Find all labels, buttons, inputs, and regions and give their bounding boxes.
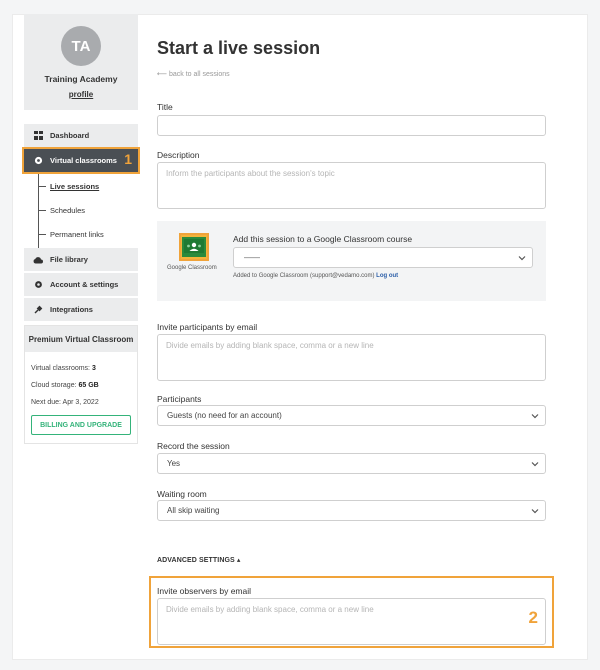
- sidebar: TA Training Academy profile Dashboard Vi…: [22, 14, 140, 444]
- chevron-down-icon: [531, 460, 539, 468]
- title-input[interactable]: [157, 115, 546, 136]
- google-classroom-course-select[interactable]: ——: [233, 247, 533, 268]
- waiting-room-select[interactable]: All skip waiting: [157, 500, 546, 521]
- select-value: ——: [244, 253, 260, 262]
- select-value: Guests (no need for an account): [167, 411, 282, 420]
- org-name: Training Academy: [44, 74, 118, 84]
- page-title: Start a live session: [157, 38, 321, 58]
- subnav-virtual-classrooms: Live sessions Schedules Permanent links: [24, 174, 138, 250]
- participants-label: Participants: [157, 394, 202, 404]
- sidebar-item-label: Account & settings: [50, 280, 119, 289]
- google-classroom-logo: [179, 233, 209, 261]
- gear-icon: [33, 156, 43, 166]
- sidebar-item-file-library[interactable]: File library: [24, 248, 138, 271]
- subnav-item-live-sessions[interactable]: Live sessions: [38, 174, 138, 198]
- back-to-sessions-link[interactable]: ⟵ back to all sessions: [157, 70, 547, 78]
- premium-title: Premium Virtual Classroom: [25, 326, 137, 352]
- sidebar-item-account-settings[interactable]: Account & settings: [24, 273, 138, 296]
- record-session-select[interactable]: Yes: [157, 453, 546, 474]
- sidebar-item-label: Integrations: [50, 305, 93, 314]
- subnav-item-permanent-links[interactable]: Permanent links: [38, 222, 138, 246]
- google-classroom-icon: [182, 237, 206, 257]
- annotation-number-1: 1: [124, 151, 132, 167]
- gear-icon: [33, 280, 43, 290]
- sidebar-item-label: File library: [50, 255, 88, 264]
- invite-observers-textarea[interactable]: Divide emails by adding blank space, com…: [157, 598, 546, 645]
- sidebar-item-virtual-classrooms[interactable]: Virtual classrooms 1: [22, 147, 140, 174]
- google-classroom-account-note: Added to Google Classroom (support@vedam…: [233, 273, 399, 279]
- main-content: Start a live session ⟵ back to all sessi…: [157, 38, 547, 564]
- select-value: Yes: [167, 459, 181, 468]
- profile-link[interactable]: profile: [69, 90, 93, 99]
- participants-select[interactable]: Guests (no need for an account): [157, 405, 546, 426]
- logout-link[interactable]: Log out: [376, 273, 398, 279]
- google-classroom-caption: Google Classroom: [167, 265, 217, 271]
- next-due: Next due: Apr 3, 2022: [31, 399, 99, 406]
- invite-participants-textarea[interactable]: Divide emails by adding blank space, com…: [157, 334, 546, 381]
- cloud-icon: [33, 255, 43, 265]
- google-classroom-title: Add this session to a Google Classroom c…: [233, 234, 413, 244]
- google-classroom-panel: Google Classroom Add this session to a G…: [157, 221, 546, 301]
- sidebar-item-label: Virtual classrooms: [50, 156, 117, 165]
- chevron-down-icon: [518, 254, 526, 262]
- dashboard-icon: [33, 131, 43, 141]
- classrooms-count: Virtual classrooms: 3: [31, 365, 96, 372]
- invite-observers-label: Invite observers by email: [157, 586, 252, 596]
- sidebar-item-integrations[interactable]: Integrations: [24, 298, 138, 321]
- record-session-label: Record the session: [157, 441, 230, 451]
- avatar[interactable]: TA: [61, 26, 101, 66]
- invite-participants-label: Invite participants by email: [157, 322, 258, 332]
- cloud-storage: Cloud storage: 65 GB: [31, 382, 99, 389]
- sidebar-item-label: Dashboard: [50, 131, 90, 140]
- chevron-down-icon: [531, 412, 539, 420]
- sidebar-menu: Dashboard Virtual classrooms 1 Live sess…: [22, 124, 140, 321]
- premium-plan-card: Premium Virtual Classroom Virtual classr…: [24, 325, 138, 444]
- profile-card: TA Training Academy profile: [24, 14, 138, 110]
- sidebar-item-dashboard[interactable]: Dashboard: [24, 124, 138, 147]
- plug-icon: [33, 305, 43, 315]
- description-textarea[interactable]: Inform the participants about the sessio…: [157, 162, 546, 209]
- annotation-number-2: 2: [528, 608, 538, 627]
- title-label: Title: [157, 102, 173, 112]
- chevron-down-icon: [531, 507, 539, 515]
- subnav-item-schedules[interactable]: Schedules: [38, 198, 138, 222]
- billing-upgrade-button[interactable]: BILLING AND UPGRADE: [31, 415, 131, 435]
- advanced-settings-toggle[interactable]: ADVANCED SETTINGS ▴: [157, 556, 240, 564]
- waiting-room-label: Waiting room: [157, 489, 207, 499]
- description-label: Description: [157, 150, 200, 160]
- select-value: All skip waiting: [167, 506, 220, 515]
- observers-highlight-box: Invite observers by email Divide emails …: [149, 576, 554, 648]
